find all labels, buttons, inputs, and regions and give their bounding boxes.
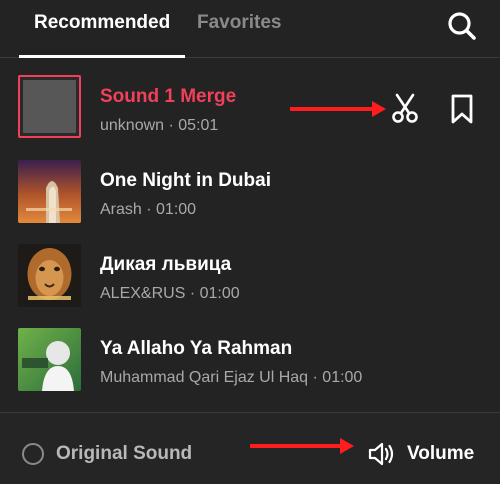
- annotation-arrow: [290, 101, 386, 117]
- track-title: Sound 1 Merge: [100, 86, 237, 107]
- track-subtitle: unknown · 05:01: [100, 117, 219, 134]
- scissors-icon: [392, 93, 418, 123]
- track-title: One Night in Dubai: [100, 170, 271, 191]
- track-subtitle: ALEX&RUS · 01:00: [100, 285, 240, 302]
- search-button[interactable]: [446, 10, 478, 42]
- placeholder-artwork: [23, 80, 76, 133]
- radio-unchecked-icon[interactable]: [22, 443, 44, 465]
- sound-list: Sound 1 Merge unknown · 05:01 One Night …: [0, 58, 500, 412]
- track-title: Дикая львица: [100, 254, 232, 275]
- list-item-selected[interactable]: Sound 1 Merge unknown · 05:01: [0, 58, 500, 142]
- annotation-arrow: [250, 438, 354, 454]
- original-sound-label[interactable]: Original Sound: [56, 443, 192, 465]
- track-thumbnail: [18, 244, 81, 307]
- bottom-bar: Original Sound Volume: [0, 412, 500, 484]
- track-title: Ya Allaho Ya Rahman: [100, 338, 293, 359]
- speaker-icon: [368, 442, 394, 466]
- album-cover-image: [18, 244, 81, 307]
- track-subtitle: Arash · 01:00: [100, 201, 197, 218]
- album-cover-image: [18, 328, 81, 391]
- volume-label[interactable]: Volume: [407, 443, 474, 465]
- list-item[interactable]: One Night in Dubai Arash · 01:00: [0, 142, 500, 226]
- list-item[interactable]: [0, 394, 500, 412]
- list-item[interactable]: Ya Allaho Ya Rahman Muhammad Qari Ejaz U…: [0, 310, 500, 394]
- tab-recommended[interactable]: Recommended: [34, 12, 170, 34]
- search-icon: [448, 12, 476, 40]
- track-thumbnail: [18, 328, 81, 391]
- track-subtitle: Muhammad Qari Ejaz Ul Haq · 01:00: [100, 369, 363, 386]
- favorite-button[interactable]: [446, 93, 478, 125]
- tab-favorites[interactable]: Favorites: [197, 12, 281, 34]
- bookmark-icon: [451, 94, 473, 124]
- album-cover-image: [18, 160, 81, 223]
- track-thumbnail: [18, 160, 81, 223]
- tab-bar: Recommended Favorites: [0, 0, 500, 58]
- track-thumbnail: [18, 75, 81, 138]
- volume-button[interactable]: [368, 441, 396, 467]
- trim-button[interactable]: [389, 93, 421, 125]
- list-item[interactable]: Дикая львица ALEX&RUS · 01:00: [0, 226, 500, 310]
